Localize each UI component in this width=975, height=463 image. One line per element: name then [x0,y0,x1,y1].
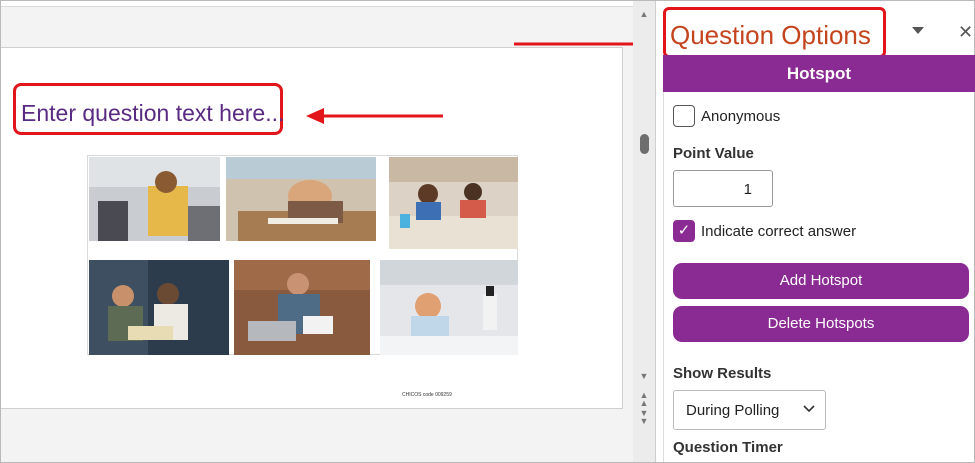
point-value-input[interactable]: 1 [673,170,773,207]
check-icon: ✓ [677,222,691,239]
classroom-photo-collage [89,157,518,355]
chevron-down-icon[interactable] [912,27,924,35]
indicate-correct-label: Indicate correct answer [701,223,857,240]
close-icon[interactable]: ✕ [958,22,973,43]
point-value-label: Point Value [673,145,754,162]
panel-divider [663,92,664,462]
anonymous-checkbox[interactable] [673,105,695,127]
scroll-up-icon[interactable]: ▲ [639,9,649,19]
hotspot-image[interactable] [87,155,518,355]
slide-footer-text: CHICOS code 009259 [402,392,452,398]
next-slide-icon[interactable]: ▼ ▼ [639,409,649,426]
show-results-value: During Polling [686,402,780,419]
scroll-down-icon[interactable]: ▼ [639,371,649,381]
anonymous-label: Anonymous [701,108,781,125]
slide-top-strip [1,1,633,7]
annotation-arrow-left [306,108,443,124]
delete-hotspots-button[interactable]: Delete Hotspots [673,306,969,342]
show-results-label: Show Results [673,365,772,382]
question-text-box[interactable]: Enter question text here... [13,83,284,135]
indicate-correct-checkbox[interactable]: ✓ [673,220,695,242]
add-hotspot-button[interactable]: Add Hotspot [673,263,969,299]
previous-slide-icon[interactable]: ▲ ▲ [639,391,649,408]
chevron-down-icon [803,405,815,413]
panel-title: Question Options [670,20,871,50]
question-type-header: Hotspot [663,55,975,92]
slide-scrollbar[interactable]: ▲ ▼ ▲ ▲ ▼ ▼ [633,1,655,462]
scrollbar-thumb[interactable] [640,134,649,154]
show-results-select[interactable]: During Polling [673,390,826,430]
question-timer-label: Question Timer [673,439,783,456]
